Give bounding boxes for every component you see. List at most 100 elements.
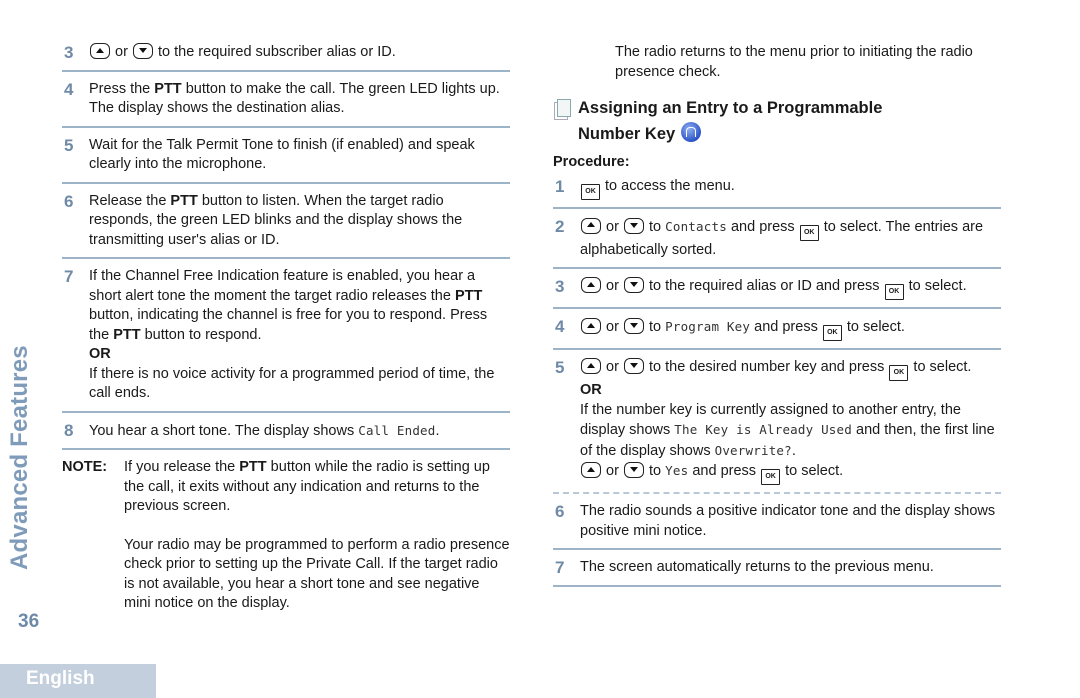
section-heading: Assigning an Entry to a Programmable Num…	[553, 95, 1001, 147]
display-text: Contacts	[665, 218, 727, 234]
ptt-label: PTT	[154, 80, 182, 97]
step-text: to the required alias or ID and press	[649, 278, 880, 294]
step-3: 3 or to the required alias or ID and pre…	[553, 277, 1001, 309]
step-text: The radio sounds a positive indicator to…	[580, 503, 996, 539]
menu-ok-key-icon: OK	[799, 224, 819, 241]
step-text: to the desired number key and press	[649, 359, 885, 375]
language-tab: English	[0, 664, 156, 698]
step-6: 6 Release the PTT button to listen. When…	[62, 191, 510, 259]
step-text: to	[649, 319, 662, 335]
step-8: 8 You hear a short tone. The display sho…	[62, 420, 510, 450]
step-number: 4	[555, 317, 565, 336]
note: NOTE: If you release the PTT button whil…	[62, 458, 510, 614]
step-6: 6 The radio sounds a positive indicator …	[553, 502, 1001, 550]
step-number: 5	[555, 358, 565, 377]
step-text: or	[606, 359, 619, 375]
step-number: 7	[555, 558, 565, 577]
step-text: If there is no voice activity for a prog…	[89, 365, 495, 402]
page-number: 36	[18, 611, 40, 632]
step-text: to the required subscriber alias or ID.	[158, 44, 396, 60]
menu-ok-key-icon: OK	[761, 469, 781, 485]
or-label: OR	[580, 382, 602, 398]
up-arrow-key-icon	[581, 277, 601, 293]
note-paragraph: If you release the PTT button while the …	[124, 459, 490, 514]
step-text: The screen automatically returns to the …	[580, 559, 934, 575]
up-arrow-key-icon	[581, 318, 601, 334]
step-number: 8	[64, 420, 74, 440]
menu-ok-key-icon: OK	[581, 183, 600, 200]
document-icon	[554, 99, 571, 120]
step-text: Release the	[89, 192, 171, 209]
left-column: 3 or to the required subscriber alias or…	[62, 43, 510, 633]
up-arrow-key-icon	[581, 358, 601, 374]
step-number: 6	[64, 191, 74, 211]
down-arrow-key-icon	[623, 358, 644, 374]
down-arrow-key-icon	[623, 277, 644, 293]
step-number: 5	[64, 135, 74, 155]
note-label: NOTE:	[62, 459, 108, 475]
step-text: If the Channel Free Indication feature i…	[89, 268, 476, 304]
heading-line: Number Key	[578, 125, 676, 143]
up-arrow-key-icon	[581, 462, 601, 478]
step-number: 3	[555, 277, 565, 296]
step-text: Press the	[89, 80, 155, 97]
step-text: to access the menu.	[605, 177, 735, 194]
ptt-label: PTT	[454, 287, 483, 304]
ptt-label: PTT	[170, 192, 198, 209]
or-label: OR	[89, 346, 111, 362]
step-4: 4 or to Program Key and press OK to sele…	[553, 317, 1001, 350]
step-text: and press	[730, 218, 795, 235]
step-7: 7 The screen automatically returns to th…	[553, 558, 1001, 587]
step-text: or	[606, 278, 619, 294]
display-text: Overwrite?	[714, 442, 792, 458]
step-text: or	[606, 319, 619, 335]
step-5: 5 Wait for the Talk Permit Tone to finis…	[62, 136, 510, 184]
ptt-label: PTT	[113, 326, 141, 343]
language-label: English	[26, 668, 95, 689]
down-arrow-key-icon	[623, 462, 644, 478]
menu-ok-key-icon: OK	[884, 284, 904, 300]
display-text: Program Key	[665, 319, 751, 334]
step-text: to select.	[785, 463, 844, 479]
step-5: 5 or to the desired number key and press…	[553, 358, 1001, 494]
step-number: 6	[555, 502, 565, 521]
step-text: button to respond.	[140, 326, 262, 343]
heading-line: Assigning an Entry to a Programmable	[578, 99, 883, 117]
step-text: .	[791, 442, 796, 459]
note-paragraph: Your radio may be programmed to perform …	[124, 536, 510, 612]
right-column: The radio returns to the menu prior to i…	[553, 43, 1001, 595]
section-title: Advanced Features	[6, 345, 33, 570]
down-arrow-key-icon	[623, 217, 644, 234]
step-number: 7	[64, 267, 74, 286]
menu-ok-key-icon: OK	[822, 325, 842, 341]
step-text: or	[115, 44, 128, 60]
step-text: to select.	[913, 359, 972, 375]
menu-ok-key-icon: OK	[889, 365, 909, 381]
step-7: 7 If the Channel Free Indication feature…	[62, 267, 510, 413]
procedure-label: Procedure:	[553, 154, 630, 170]
feature-icon	[681, 122, 702, 142]
step-text: to	[649, 218, 662, 235]
step-number: 4	[64, 79, 74, 99]
step-number: 1	[555, 176, 565, 196]
step-number: 2	[555, 216, 565, 236]
step-4: 4 Press the PTT button to make the call.…	[62, 80, 510, 128]
step-text: to	[649, 463, 662, 479]
up-arrow-key-icon	[90, 43, 110, 59]
step-1: 1 OK to access the menu.	[553, 177, 1001, 209]
step-text: and press	[692, 463, 757, 479]
step-text: and press	[754, 319, 818, 335]
display-text: The Key is Already Used	[674, 422, 852, 437]
down-arrow-key-icon	[623, 318, 644, 334]
display-text: Yes	[665, 463, 689, 478]
step-text: or	[606, 218, 619, 235]
up-arrow-key-icon	[581, 217, 601, 234]
step-text: Wait for the Talk Permit Tone to finish …	[89, 136, 475, 173]
step-text: to select.	[908, 278, 967, 294]
intro-text: The radio returns to the menu prior to i…	[615, 44, 973, 80]
step-text: to select.	[846, 319, 905, 335]
step-2: 2 or to Contacts and press OK to select.…	[553, 216, 1001, 269]
down-arrow-key-icon	[132, 43, 153, 59]
step-3: 3 or to the required subscriber alias or…	[62, 43, 510, 72]
step-number: 3	[64, 43, 74, 62]
